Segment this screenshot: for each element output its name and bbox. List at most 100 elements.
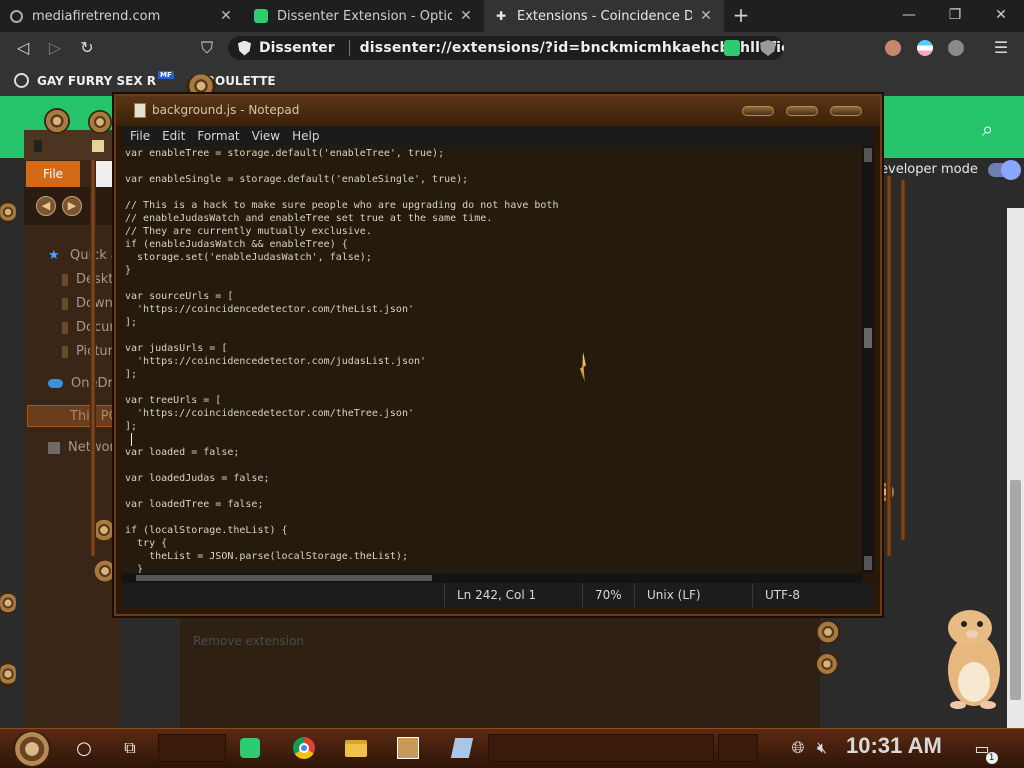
bookmark-icon[interactable]: ⛉ bbox=[196, 38, 218, 58]
tab-mediafiretrend[interactable]: mediafiretrend.com ✕ bbox=[0, 0, 244, 32]
dissenter-icon bbox=[254, 9, 268, 23]
site-label: Dissenter bbox=[259, 40, 335, 56]
explorer-item-this-pc[interactable]: This PC bbox=[27, 405, 119, 427]
text-editor[interactable]: var enableTree = storage.default('enable… bbox=[122, 146, 862, 573]
bookmark-label-tail: ROULETTE bbox=[205, 73, 276, 88]
gear-icon bbox=[0, 660, 16, 688]
network-globe-icon[interactable]: 🌐︎ bbox=[786, 736, 810, 760]
explorer-file-tab[interactable]: File bbox=[26, 161, 80, 187]
item-label: Downl bbox=[76, 296, 117, 311]
maximize-button[interactable] bbox=[786, 106, 818, 116]
chrome-icon[interactable] bbox=[292, 736, 316, 760]
horizontal-scrollbar[interactable] bbox=[122, 573, 862, 583]
avatar[interactable] bbox=[885, 40, 901, 56]
volume-muted-icon[interactable]: 🔇︎ bbox=[810, 736, 834, 760]
task-view-icon[interactable]: ⧉ bbox=[118, 736, 142, 760]
explorer-quick-icon bbox=[34, 140, 42, 152]
desktop-icon bbox=[62, 273, 68, 286]
address-bar[interactable]: Dissenter dissenter://extensions/?id=bnc… bbox=[228, 36, 784, 60]
code-content: var enableTree = storage.default('enable… bbox=[125, 148, 559, 573]
site-info[interactable]: Dissenter bbox=[238, 40, 335, 56]
search-icon[interactable]: ⌕ bbox=[982, 117, 1004, 141]
gear-icon bbox=[44, 108, 70, 134]
restore-button[interactable]: ❐ bbox=[944, 5, 966, 25]
explorer-item-network[interactable]: Network bbox=[48, 440, 122, 455]
forward-button[interactable]: ▷ bbox=[44, 38, 66, 58]
tab-dissenter-options[interactable]: Dissenter Extension - Options ✕ bbox=[244, 0, 484, 32]
menu-file[interactable]: File bbox=[130, 129, 150, 143]
notification-icon[interactable]: ▭ 1 bbox=[970, 736, 998, 764]
folder-icon bbox=[92, 140, 104, 152]
scrollbar-thumb[interactable] bbox=[1010, 480, 1021, 700]
network-icon bbox=[48, 441, 60, 454]
tab-bar: mediafiretrend.com ✕ Dissenter Extension… bbox=[0, 0, 1024, 32]
menu-format[interactable]: Format bbox=[197, 129, 239, 143]
menu-view[interactable]: View bbox=[252, 129, 280, 143]
tab-extensions[interactable]: ✚ Extensions - Coincidence Detect ✕ bbox=[484, 0, 724, 32]
status-position: Ln 242, Col 1 bbox=[444, 583, 582, 607]
game-icon[interactable] bbox=[396, 736, 420, 760]
picture-icon bbox=[62, 345, 68, 358]
notepad-window: background.js - Notepad File Edit Format… bbox=[114, 94, 882, 616]
status-eol: Unix (LF) bbox=[634, 583, 752, 607]
dissenter-logo-icon bbox=[238, 40, 251, 56]
globe-icon bbox=[10, 9, 23, 23]
search-circle-icon[interactable]: ○ bbox=[72, 736, 96, 760]
gear-icon bbox=[88, 110, 112, 134]
scrollbar-thumb[interactable] bbox=[136, 575, 432, 581]
star-icon: ★ bbox=[48, 247, 60, 263]
explorer-back-button[interactable]: ◀ bbox=[36, 196, 56, 216]
explorer-forward-button[interactable]: ▶ bbox=[62, 196, 82, 216]
bookmark-label: GAY FURRY SEX R bbox=[37, 73, 156, 88]
taskbar-clock[interactable]: 10:31 AM bbox=[846, 733, 942, 759]
flag-extension-icon[interactable] bbox=[917, 40, 933, 56]
scroll-up-arrow[interactable] bbox=[864, 148, 872, 162]
menu-edit[interactable]: Edit bbox=[162, 129, 185, 143]
page-scrollbar[interactable] bbox=[1007, 208, 1024, 728]
notepad-titlebar[interactable]: background.js - Notepad bbox=[116, 96, 880, 126]
close-icon[interactable]: ✕ bbox=[458, 8, 474, 24]
scroll-down-arrow[interactable] bbox=[864, 556, 872, 570]
close-button[interactable] bbox=[830, 106, 862, 116]
gear-icon bbox=[94, 558, 116, 584]
close-window-button[interactable]: ✕ bbox=[990, 5, 1012, 25]
new-tab-button[interactable]: + bbox=[730, 4, 752, 26]
developer-mode-toggle[interactable] bbox=[988, 160, 1021, 180]
menu-bar: File Edit Format View Help bbox=[122, 126, 874, 146]
minimize-button[interactable] bbox=[742, 106, 774, 116]
url-text: dissenter://extensions/?id=bnckmicmhkaeh… bbox=[359, 40, 784, 56]
close-icon[interactable]: ✕ bbox=[698, 8, 714, 24]
status-zoom: 70% bbox=[582, 583, 634, 607]
minimize-button[interactable]: — bbox=[898, 5, 920, 25]
menu-help[interactable]: Help bbox=[292, 129, 319, 143]
extension-card bbox=[180, 616, 820, 728]
ublock-icon[interactable] bbox=[948, 40, 964, 56]
gear-icon bbox=[816, 652, 838, 676]
scrollbar-thumb[interactable] bbox=[864, 328, 872, 348]
taskbar-slot bbox=[718, 734, 758, 762]
notepad-icon[interactable] bbox=[450, 736, 474, 760]
taskbar-slot bbox=[158, 734, 226, 762]
hamster-sticker-icon bbox=[948, 610, 1000, 709]
reload-button[interactable]: ↻ bbox=[76, 38, 98, 58]
bookmark-item[interactable]: GAY FURRY SEX R MF ROULETTE bbox=[14, 70, 276, 88]
frame-bar bbox=[90, 160, 96, 556]
file-explorer-icon[interactable] bbox=[344, 736, 368, 760]
menu-icon[interactable]: ☰ bbox=[990, 38, 1012, 58]
back-button[interactable]: ◁ bbox=[12, 38, 34, 58]
status-bar: Ln 242, Col 1 70% Unix (LF) UTF-8 bbox=[122, 583, 874, 607]
dissenter-extension-icon[interactable] bbox=[724, 40, 740, 56]
explorer-item-onedrive[interactable]: OneDriv bbox=[48, 376, 124, 391]
start-button[interactable] bbox=[12, 731, 52, 767]
tab-title: Extensions - Coincidence Detect bbox=[517, 8, 692, 24]
vertical-scrollbar[interactable] bbox=[862, 146, 874, 573]
explorer-item-quick-access[interactable]: ★ Quick a bbox=[48, 248, 119, 263]
notification-count: 1 bbox=[985, 751, 998, 764]
remove-extension-link[interactable]: Remove extension bbox=[193, 634, 304, 648]
toggle-knob bbox=[1001, 160, 1021, 180]
download-icon bbox=[62, 297, 68, 310]
dissenter-icon[interactable] bbox=[238, 736, 262, 760]
status-encoding: UTF-8 bbox=[752, 583, 870, 607]
close-icon[interactable]: ✕ bbox=[218, 8, 234, 24]
developer-mode-label: eveloper mode bbox=[880, 162, 978, 177]
